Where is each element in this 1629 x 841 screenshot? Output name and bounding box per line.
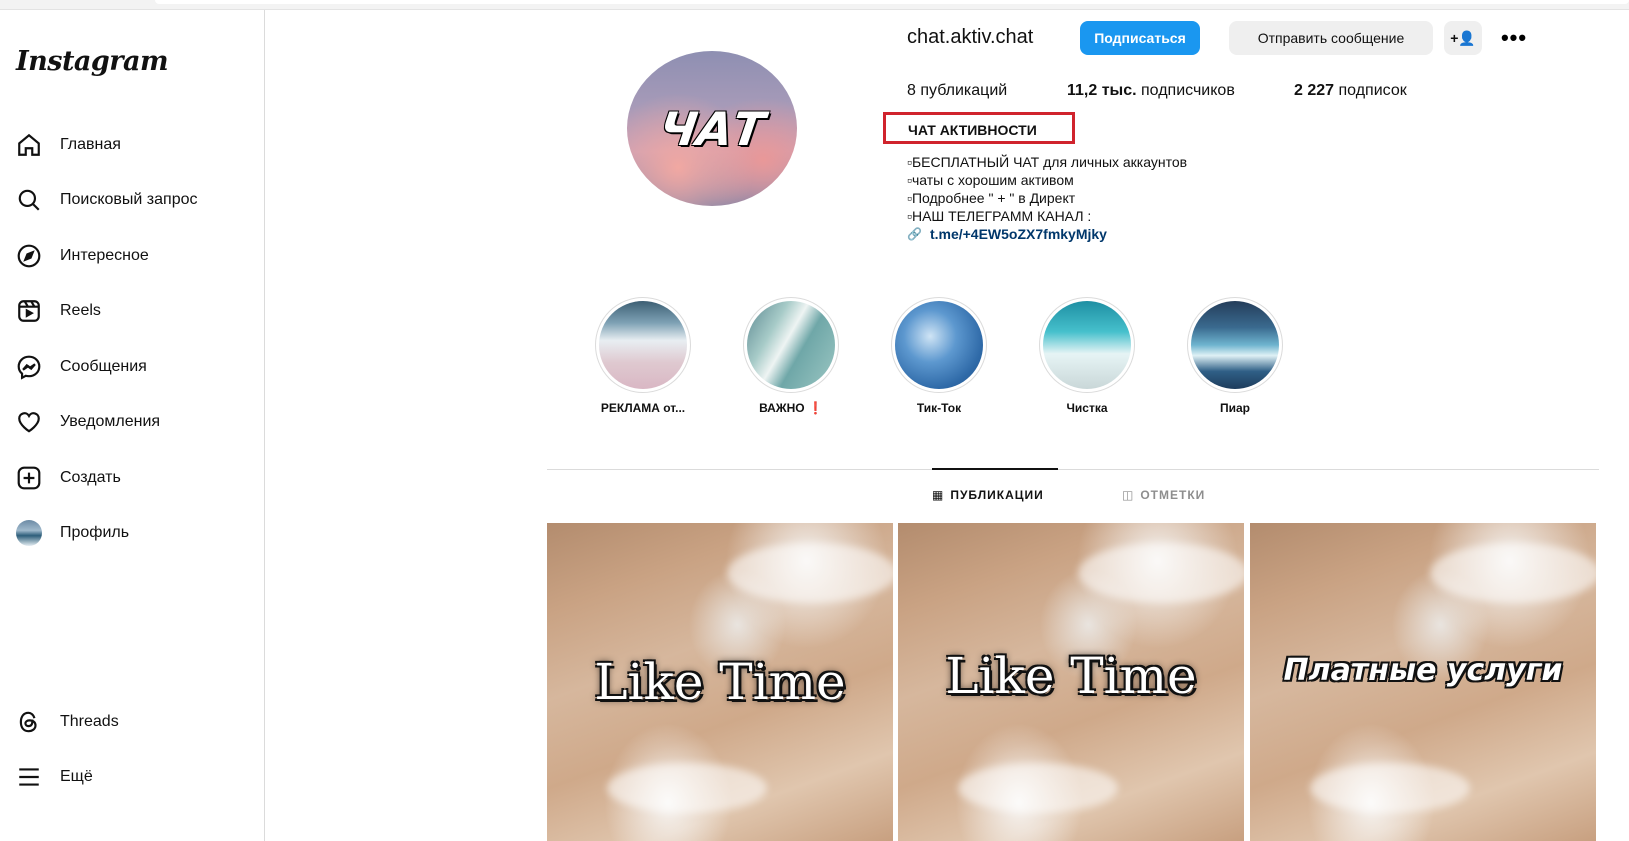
sidebar-item-label: Reels: [60, 302, 101, 319]
sidebar-item-label: Профиль: [60, 524, 130, 541]
story-highlight[interactable]: Пиар: [1175, 297, 1295, 415]
sidebar-item-label: Уведомления: [60, 413, 161, 430]
following-count: 2 227: [1294, 82, 1335, 99]
bio-line: ▫чаты с хорошим активом: [907, 172, 1074, 188]
bio-line: ▫БЕСПЛАТНЫЙ ЧАТ для личных аккаунтов: [907, 154, 1188, 170]
sidebar-item-label: Поисковый запрос: [60, 191, 198, 208]
home-icon: [14, 130, 44, 160]
grid-icon: ▦: [932, 488, 945, 502]
profile-full-name: ЧАТ АКТИВНОСТИ: [908, 122, 1037, 138]
compass-icon: [14, 241, 44, 271]
plus-icon: [14, 463, 44, 493]
sidebar-item-reels[interactable]: Reels: [14, 291, 249, 331]
followers-count: 11,2 тыс.: [1067, 82, 1137, 99]
tab-label: ОТМЕТКИ: [1140, 488, 1206, 502]
sidebar-item-label: Сообщения: [60, 358, 147, 375]
sidebar-item-label: Создать: [60, 469, 121, 486]
tab-tagged[interactable]: ◫ ОТМЕТКИ: [1122, 488, 1205, 502]
bio-line: ▫Подробнее " + " в Директ: [907, 190, 1076, 206]
tabs-divider: [547, 469, 1599, 470]
highlight-image: [1191, 301, 1279, 389]
story-highlight[interactable]: Тик-Ток: [879, 297, 999, 415]
post-caption-overlay: Платные услуги: [1283, 653, 1563, 688]
messenger-icon: [14, 352, 44, 382]
posts-count-stat: 8 публикаций: [907, 82, 1007, 100]
highlight-image: [895, 301, 983, 389]
profile-username: chat.aktiv.chat: [907, 26, 1034, 48]
sidebar-item-label: Интересное: [60, 247, 149, 264]
sidebar: Instagram Главная Поисковый запрос Интер…: [0, 10, 265, 841]
sidebar-item-more[interactable]: Ещё: [14, 757, 249, 797]
browser-top-strip: [0, 0, 1629, 10]
sidebar-item-threads[interactable]: Threads: [14, 702, 249, 742]
suggest-user-button[interactable]: +👤: [1444, 21, 1482, 55]
story-highlight[interactable]: Чистка: [1027, 297, 1147, 415]
bio-link-text: t.me/+4EW5oZX7fmkyMjky: [929, 226, 1107, 242]
more-icon: •••: [1500, 25, 1528, 50]
sidebar-item-label: Главная: [60, 136, 121, 153]
highlight-label: Пиар: [1219, 401, 1250, 415]
followers-label: подписчиков: [1141, 82, 1235, 99]
post-tile[interactable]: Платные услуги: [1250, 523, 1596, 841]
sidebar-item-search[interactable]: Поисковый запрос: [14, 180, 249, 220]
add-user-icon: +👤: [1450, 29, 1476, 46]
highlight-image: [599, 301, 687, 389]
send-message-button[interactable]: Отправить сообщение: [1229, 21, 1433, 55]
follow-button[interactable]: Подписаться: [1080, 21, 1200, 55]
highlight-label: ВАЖНО ❗: [759, 401, 823, 415]
highlight-label: Чистка: [1066, 401, 1108, 415]
tab-posts[interactable]: ▦ ПУБЛИКАЦИИ: [932, 488, 1044, 502]
sidebar-item-label: Threads: [60, 713, 119, 730]
sidebar-item-profile[interactable]: Профиль: [14, 513, 249, 553]
posts-count: 8: [907, 82, 916, 99]
highlight-image: [747, 301, 835, 389]
story-highlight[interactable]: ВАЖНО ❗: [731, 297, 851, 415]
menu-icon: [14, 762, 44, 792]
highlight-label: РЕКЛАМА от...: [600, 401, 686, 415]
posts-label: публикаций: [920, 82, 1008, 99]
tagged-icon: ◫: [1122, 488, 1135, 502]
bio-link[interactable]: 🔗 t.me/+4EW5oZX7fmkyMjky: [907, 226, 1107, 242]
sidebar-item-explore[interactable]: Интересное: [14, 236, 249, 276]
followers-stat[interactable]: 11,2 тыс. подписчиков: [1067, 82, 1235, 100]
active-tab-indicator: [932, 468, 1058, 470]
post-caption-overlay: Like Time: [945, 647, 1197, 705]
instagram-logo[interactable]: Instagram: [16, 46, 169, 77]
post-caption-overlay: Like Time: [594, 653, 846, 711]
avatar-icon: [14, 518, 44, 548]
following-label: подписок: [1338, 82, 1407, 99]
search-icon: [14, 185, 44, 215]
reels-icon: [14, 296, 44, 326]
sidebar-item-label: Ещё: [60, 768, 93, 785]
sidebar-item-create[interactable]: Создать: [14, 458, 249, 498]
profile-avatar[interactable]: ЧАТ: [627, 51, 797, 206]
following-stat[interactable]: 2 227 подписок: [1294, 82, 1407, 100]
sidebar-item-home[interactable]: Главная: [14, 125, 249, 165]
highlight-image: [1043, 301, 1131, 389]
more-options-button[interactable]: •••: [1494, 21, 1534, 55]
threads-icon: [14, 707, 44, 737]
highlight-label: Тик-Ток: [916, 401, 962, 415]
post-tile[interactable]: Like Time: [547, 523, 893, 841]
sidebar-item-messages[interactable]: Сообщения: [14, 347, 249, 387]
heart-icon: [14, 407, 44, 437]
story-highlight[interactable]: РЕКЛАМА от...: [583, 297, 703, 415]
sidebar-item-notifications[interactable]: Уведомления: [14, 402, 249, 442]
avatar-text: ЧАТ: [656, 101, 768, 156]
link-icon: 🔗: [907, 227, 922, 241]
bio-line: ▫НАШ ТЕЛЕГРАММ КАНАЛ :: [907, 208, 1092, 224]
tab-label: ПУБЛИКАЦИИ: [950, 488, 1044, 502]
post-tile[interactable]: Like Time: [898, 523, 1244, 841]
